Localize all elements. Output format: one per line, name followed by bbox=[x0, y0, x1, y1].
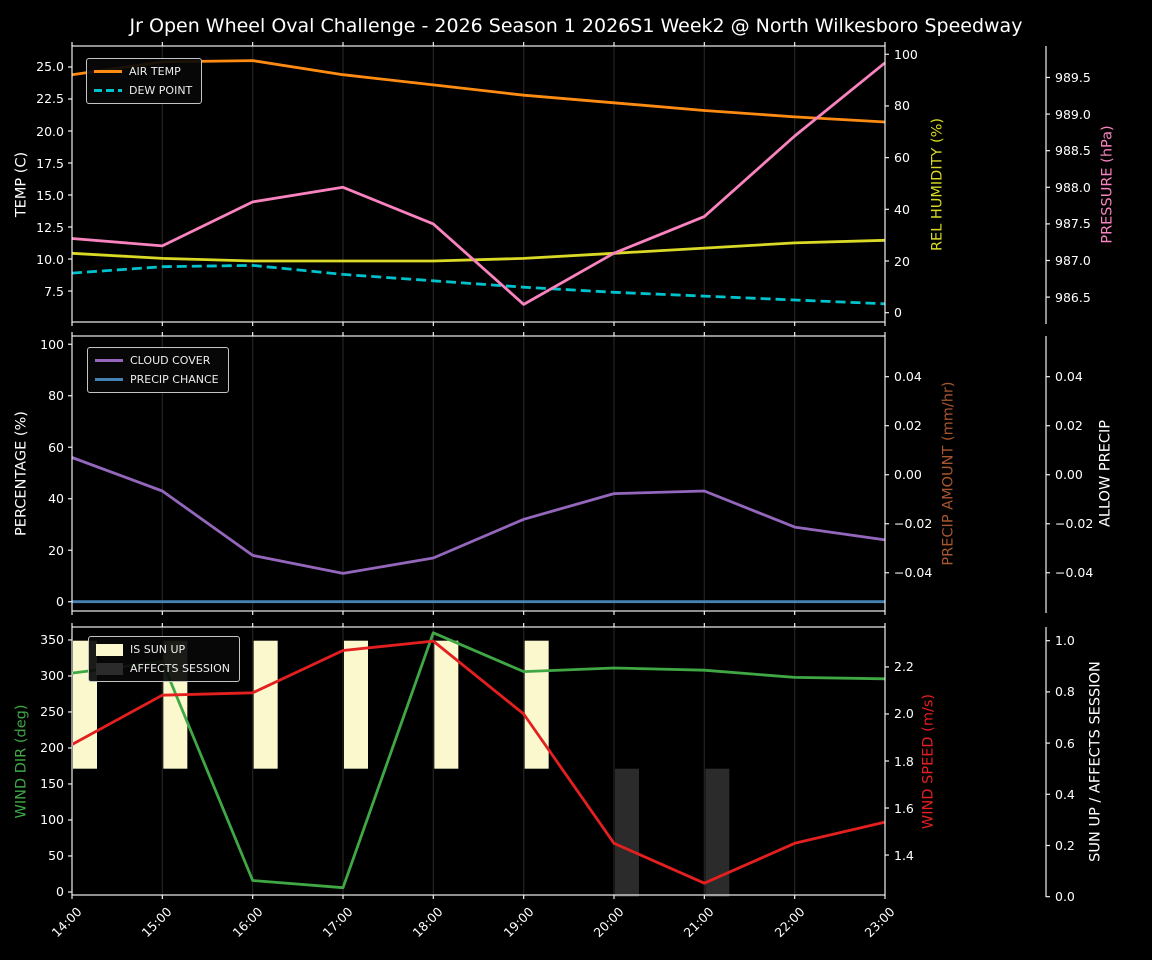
tick-label-left: 150 bbox=[40, 776, 64, 792]
tick-label-left: 12.5 bbox=[36, 219, 64, 235]
legend-item-affects-session: AFFECTS SESSION bbox=[96, 662, 230, 675]
tick-label-right2: −0.04 bbox=[1055, 565, 1094, 581]
charts-svg bbox=[68, 42, 1050, 899]
legend-item-cloud-cover: CLOUD COVER bbox=[95, 354, 219, 367]
bar-is-sun-up bbox=[253, 640, 278, 769]
legend-label-dew-point: DEW POINT bbox=[129, 84, 193, 97]
axis-title-left: TEMP (C) bbox=[13, 151, 30, 217]
bar-is-sun-up bbox=[344, 640, 368, 769]
tick-label-left: 300 bbox=[40, 668, 64, 684]
legend-label-cloud-cover: CLOUD COVER bbox=[130, 354, 211, 367]
series-rel-humidity bbox=[71, 238, 886, 263]
legend-item-dew-point: DEW POINT bbox=[94, 84, 192, 97]
legend-label-precip-chance: PRECIP CHANCE bbox=[130, 373, 219, 386]
bar-is-sun-up bbox=[524, 640, 549, 769]
legend-label-is-sun-up: IS SUN UP bbox=[130, 643, 186, 656]
tick-label-left: 0 bbox=[56, 594, 64, 610]
tick-label-left: 0 bbox=[56, 884, 64, 900]
affects-session-patch-swatch bbox=[96, 662, 123, 675]
axis-title-left: WIND DIR (deg) bbox=[13, 704, 30, 819]
legend-item-is-sun-up: IS SUN UP bbox=[96, 643, 230, 656]
axis-title-right1: WIND SPEED (m/s) bbox=[920, 693, 937, 829]
tick-label-left: 60 bbox=[48, 439, 64, 455]
tick-label-left: 350 bbox=[40, 632, 64, 648]
legend-item-precip-chance: PRECIP CHANCE bbox=[95, 373, 219, 386]
tick-label-left: 200 bbox=[40, 740, 64, 756]
precip-chance-line-swatch bbox=[95, 377, 123, 382]
tick-label-left: 250 bbox=[40, 704, 64, 720]
tick-label-left: 80 bbox=[48, 388, 64, 404]
air-temp-line-swatch bbox=[94, 69, 122, 74]
tick-label-left: 20.0 bbox=[36, 123, 64, 139]
chart-0 bbox=[68, 42, 1050, 326]
tick-label-left: 40 bbox=[48, 491, 64, 507]
axis-title-right2: PRESSURE (hPa) bbox=[1099, 124, 1116, 244]
series-cloud-cover bbox=[71, 456, 886, 575]
tick-label-left: 100 bbox=[40, 336, 64, 352]
tick-label-left: 7.5 bbox=[44, 283, 64, 299]
legend-label-air-temp: AIR TEMP bbox=[129, 65, 181, 78]
series-dew-point bbox=[71, 263, 886, 306]
tick-label-left: 17.5 bbox=[36, 155, 64, 171]
axis-title-right2: SUN UP / AFFECTS SESSION bbox=[1087, 660, 1104, 862]
tick-label-left: 10.0 bbox=[36, 251, 64, 267]
legend-item-air-temp: AIR TEMP bbox=[94, 65, 192, 78]
legend-temperature: AIR TEMP DEW POINT bbox=[86, 58, 203, 104]
axis-title-right2: ALLOW PRECIP bbox=[1097, 419, 1114, 528]
tick-label-left: 100 bbox=[40, 812, 64, 828]
legend-label-affects-session: AFFECTS SESSION bbox=[130, 662, 231, 675]
cloud-cover-line-swatch bbox=[95, 358, 123, 363]
tick-label-right2: −0.02 bbox=[1055, 516, 1094, 532]
bar-affects-session bbox=[615, 768, 639, 897]
tick-label-left: 15.0 bbox=[36, 187, 64, 203]
tick-label-left: 50 bbox=[48, 848, 64, 864]
figure-title: Jr Open Wheel Oval Challenge - 2026 Seas… bbox=[129, 15, 1023, 37]
dew-point-dash-swatch bbox=[94, 88, 122, 93]
tick-label-left: 25.0 bbox=[36, 59, 64, 75]
tick-label-right2: 0.04 bbox=[1055, 369, 1083, 385]
tick-label-left: 20 bbox=[48, 542, 64, 558]
tick-label-left: 22.5 bbox=[36, 91, 64, 107]
tick-label-right2: 0.00 bbox=[1055, 467, 1083, 483]
axis-title-right1: REL HUMIDITY (%) bbox=[929, 117, 946, 251]
axis-title-right1: PRECIP AMOUNT (mm/hr) bbox=[940, 381, 957, 566]
axis-title-left: PERCENTAGE (%) bbox=[13, 411, 30, 536]
legend-sun-session: IS SUN UP AFFECTS SESSION bbox=[88, 636, 241, 682]
is-sun-up-patch-swatch bbox=[96, 643, 123, 656]
weather-forecast-figure: Jr Open Wheel Oval Challenge - 2026 Seas… bbox=[0, 0, 1152, 960]
tick-label-right2: 0.02 bbox=[1055, 418, 1083, 434]
legend-clouds: CLOUD COVER PRECIP CHANCE bbox=[87, 347, 229, 393]
